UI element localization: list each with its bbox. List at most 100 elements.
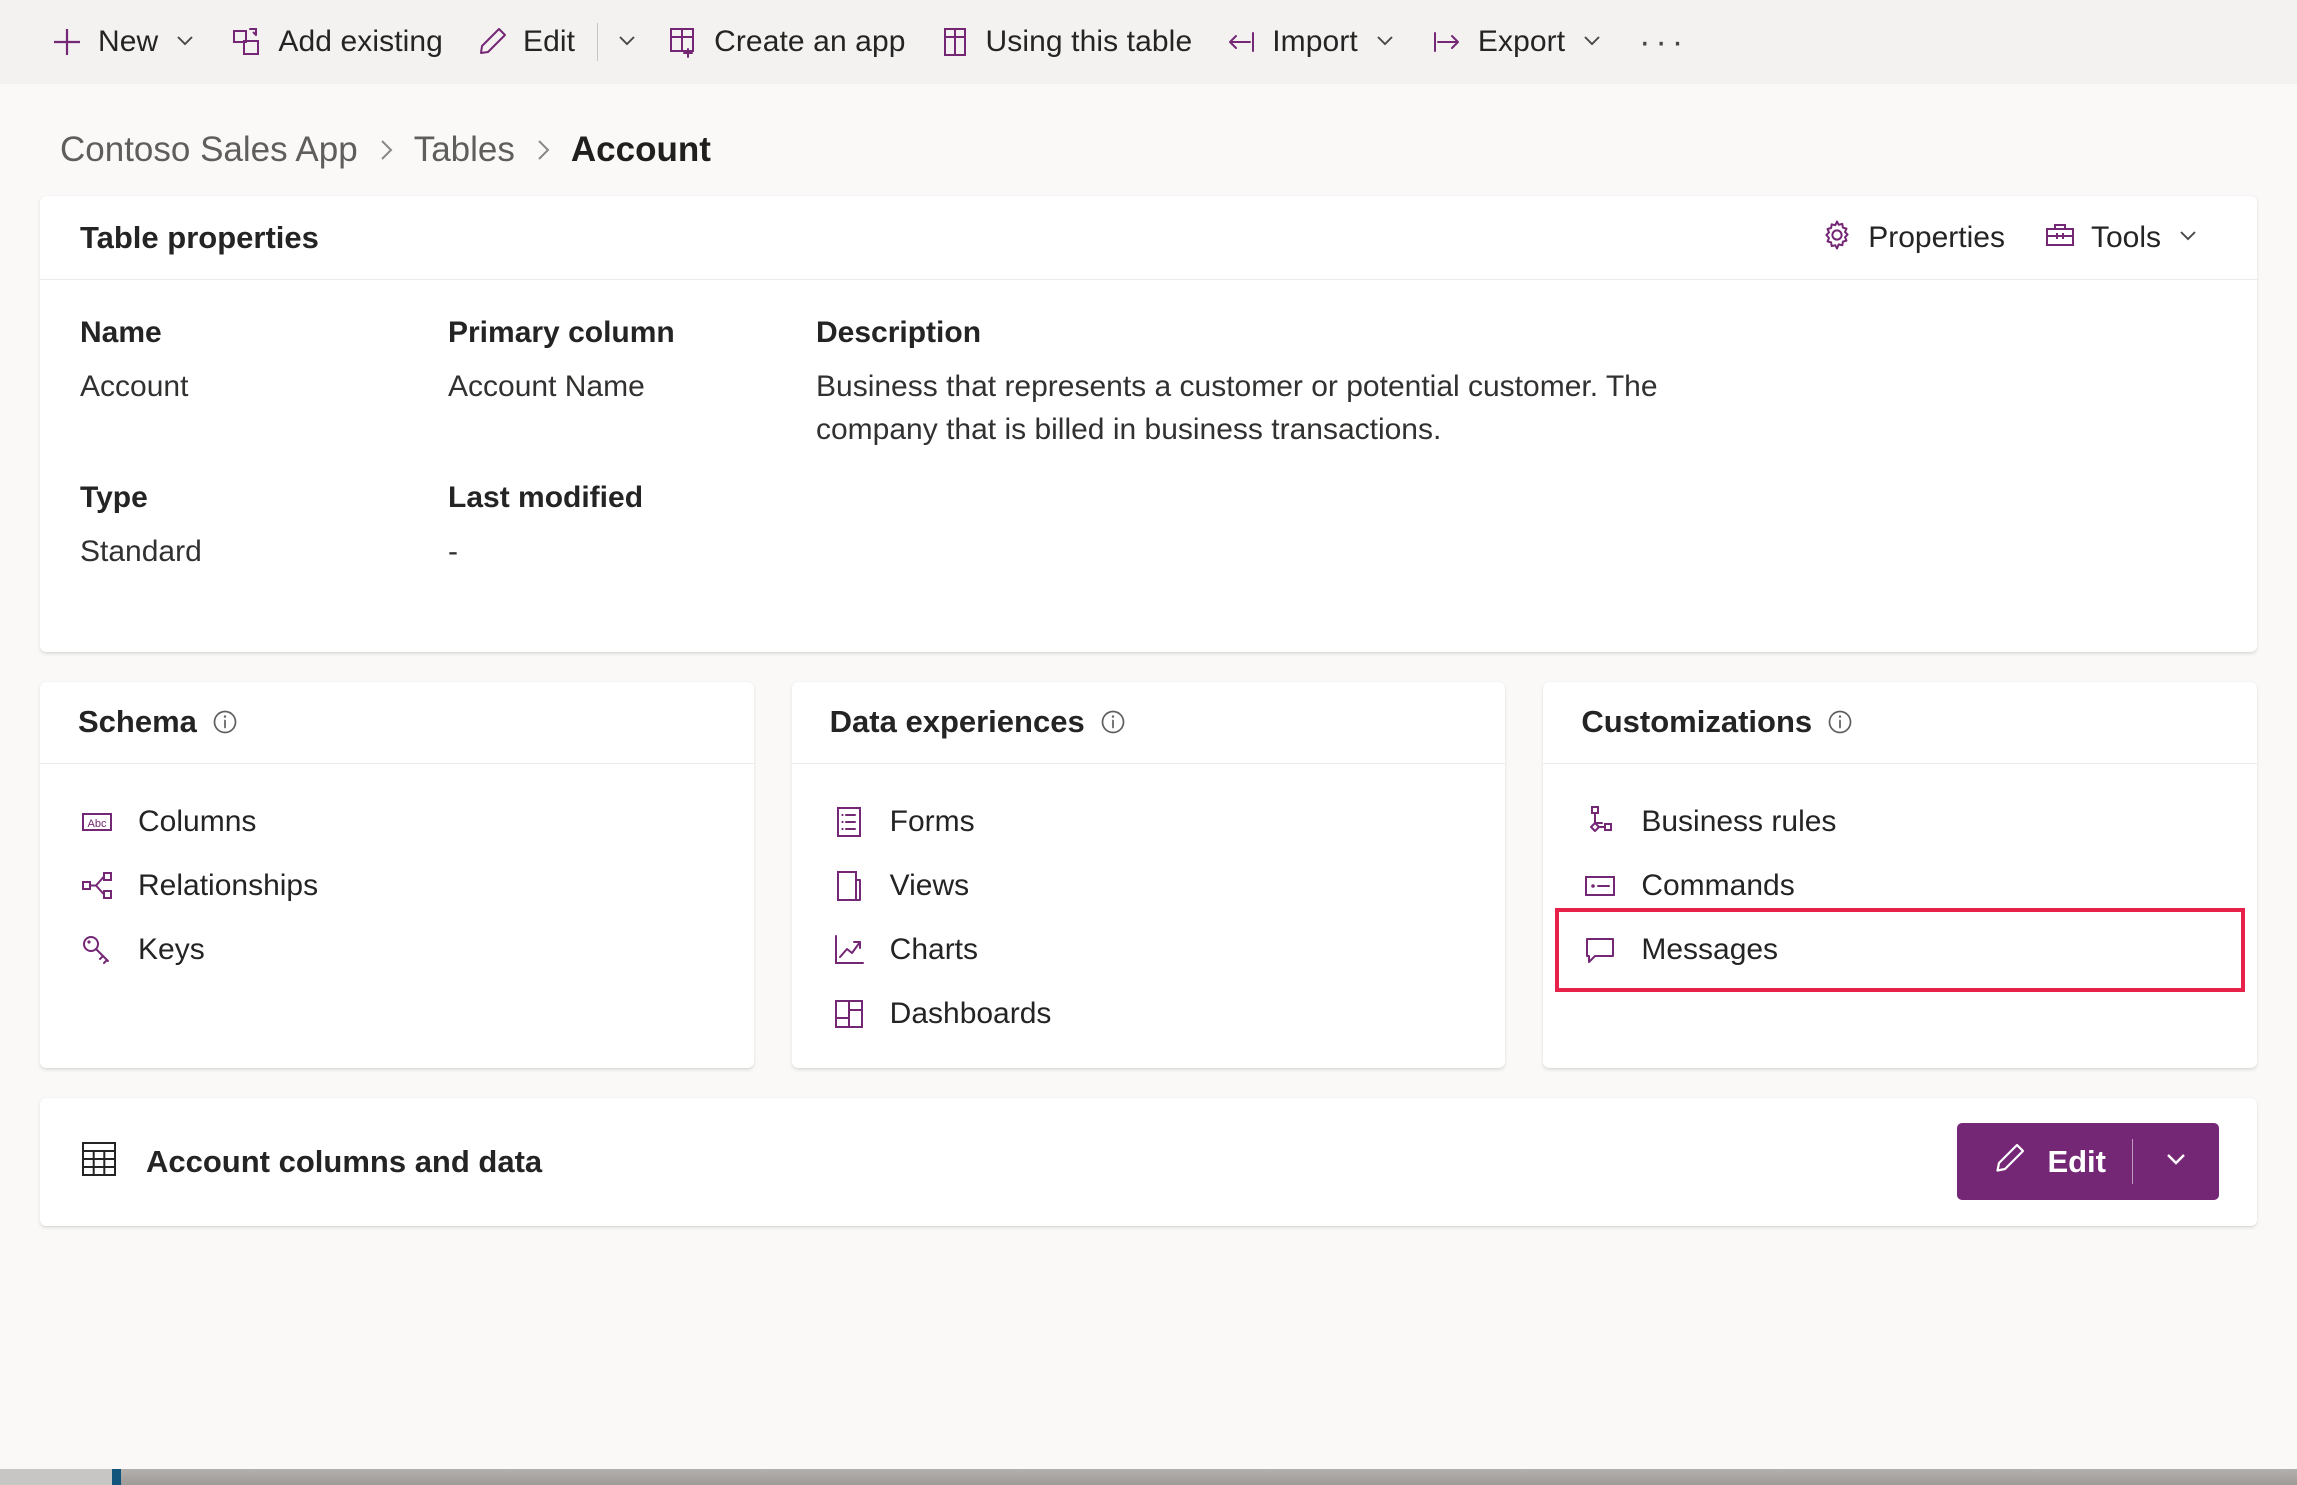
edit-dropdown-button[interactable] bbox=[2133, 1123, 2219, 1200]
using-this-table-label: Using this table bbox=[985, 25, 1193, 58]
view-icon bbox=[830, 867, 868, 905]
gear-icon bbox=[1820, 218, 1854, 257]
name-value: Account bbox=[80, 370, 189, 403]
account-columns-and-data-card: Account columns and data Edit bbox=[40, 1097, 2257, 1226]
schema-item-columns-label: Columns bbox=[138, 804, 257, 838]
table-properties-header: Table properties Properties Tools bbox=[40, 196, 2257, 280]
description-value: Business that represents a customer or p… bbox=[816, 370, 1658, 446]
data-experiences-item-dashboards-label: Dashboards bbox=[889, 996, 1052, 1030]
import-button[interactable]: Import bbox=[1208, 15, 1414, 69]
export-icon bbox=[1430, 25, 1464, 59]
data-experiences-item-charts-label: Charts bbox=[889, 932, 979, 966]
description-label: Description bbox=[816, 316, 982, 349]
name-label: Name bbox=[80, 316, 162, 349]
schema-item-keys-label: Keys bbox=[138, 932, 205, 966]
new-button[interactable]: New bbox=[34, 15, 214, 69]
properties-label: Properties bbox=[1868, 220, 2005, 254]
customizations-item-commands[interactable]: Commands bbox=[1565, 854, 2235, 918]
create-an-app-label: Create an app bbox=[714, 25, 906, 58]
properties-button[interactable]: Properties bbox=[1804, 209, 2021, 266]
commands-icon bbox=[1581, 867, 1619, 905]
grid-header-row[interactable] bbox=[121, 1469, 2297, 1485]
add-existing-label: Add existing bbox=[278, 25, 443, 58]
edit-label: Edit bbox=[522, 25, 576, 58]
table-properties-fields: Name Primary column Description Account … bbox=[40, 280, 2257, 652]
chevron-down-icon bbox=[1372, 27, 1398, 58]
table-properties-card: Table properties Properties Tools Name P… bbox=[40, 196, 2257, 652]
schema-item-columns[interactable]: Abc Columns bbox=[62, 790, 732, 854]
breadcrumb-item-tables[interactable]: Tables bbox=[414, 130, 515, 170]
chevron-down-icon bbox=[172, 27, 198, 58]
command-bar: New Add existing Edit Create an app Usin… bbox=[0, 0, 2297, 84]
table-grid-icon bbox=[78, 1138, 120, 1185]
chevron-down-icon bbox=[1579, 27, 1605, 58]
columns-grid-sliver bbox=[0, 1469, 2297, 1485]
customizations-item-messages-label: Messages bbox=[1641, 932, 1779, 966]
abc-icon: Abc bbox=[78, 803, 116, 841]
app-root: New Add existing Edit Create an app Usin… bbox=[0, 0, 2297, 1485]
toolbox-icon bbox=[2043, 218, 2077, 257]
data-experiences-card-list: Forms Views Charts Dashboards bbox=[792, 764, 1506, 1068]
toolbar-divider bbox=[597, 23, 599, 61]
data-experiences-item-forms-label: Forms bbox=[889, 804, 975, 838]
svg-text:Abc: Abc bbox=[88, 818, 107, 830]
business-rules-icon bbox=[1581, 803, 1619, 841]
type-value: Standard bbox=[80, 535, 202, 569]
chevron-right-icon bbox=[531, 136, 555, 164]
message-icon bbox=[1581, 931, 1619, 969]
schema-item-relationships[interactable]: Relationships bbox=[62, 854, 732, 918]
schema-item-keys[interactable]: Keys bbox=[62, 918, 732, 982]
data-experiences-item-dashboards[interactable]: Dashboards bbox=[814, 982, 1484, 1046]
chevron-down-icon bbox=[2161, 1144, 2191, 1179]
edit-button[interactable]: Edit bbox=[459, 15, 591, 69]
customizations-item-messages[interactable]: Messages bbox=[1555, 907, 2245, 992]
chevron-right-icon bbox=[374, 136, 398, 164]
pencil-icon bbox=[1991, 1141, 2027, 1182]
using-this-table-button[interactable]: Using this table bbox=[922, 15, 1209, 69]
data-experiences-item-views[interactable]: Views bbox=[814, 854, 1484, 918]
tools-button[interactable]: Tools bbox=[2027, 209, 2217, 266]
edit-split-button[interactable]: Edit bbox=[1957, 1123, 2219, 1201]
customizations-card-title: Customizations bbox=[1581, 704, 1813, 740]
info-icon[interactable] bbox=[1099, 708, 1127, 736]
dashboard-icon bbox=[830, 995, 868, 1033]
info-icon[interactable] bbox=[211, 708, 239, 736]
schema-card-list: Abc Columns Relationships Keys bbox=[40, 764, 754, 1004]
feature-cards-row: Schema Abc Columns Relationships Keys Da… bbox=[40, 681, 2257, 1068]
type-label: Type bbox=[80, 481, 148, 515]
new-label: New bbox=[98, 25, 159, 58]
chart-icon bbox=[830, 931, 868, 969]
pencil-icon bbox=[475, 25, 509, 59]
create-app-icon bbox=[666, 25, 700, 59]
create-an-app-button[interactable]: Create an app bbox=[650, 15, 921, 69]
export-label: Export bbox=[1477, 25, 1566, 58]
chevron-down-icon bbox=[614, 27, 640, 58]
customizations-card: Customizations Business rules Commands M… bbox=[1543, 681, 2257, 1068]
info-icon[interactable] bbox=[1826, 708, 1854, 736]
data-experiences-item-charts[interactable]: Charts bbox=[814, 918, 1484, 982]
key-icon bbox=[78, 931, 116, 969]
page-body: Table properties Properties Tools Name P… bbox=[0, 196, 2297, 1226]
customizations-item-business-rules[interactable]: Business rules bbox=[1565, 790, 2235, 854]
last-modified-label: Last modified bbox=[448, 481, 644, 515]
add-existing-button[interactable]: Add existing bbox=[214, 15, 459, 69]
customizations-card-header: Customizations bbox=[1543, 682, 2257, 764]
export-button[interactable]: Export bbox=[1414, 15, 1621, 69]
breadcrumb-item-app[interactable]: Contoso Sales App bbox=[60, 130, 358, 170]
grid-gutter bbox=[0, 1469, 112, 1485]
import-label: Import bbox=[1272, 25, 1358, 58]
add-existing-icon bbox=[230, 25, 264, 59]
account-columns-and-data-title: Account columns and data bbox=[146, 1143, 543, 1179]
edit-primary-button[interactable]: Edit bbox=[1957, 1123, 2132, 1200]
more-options-button[interactable]: ··· bbox=[1621, 22, 1706, 63]
schema-card: Schema Abc Columns Relationships Keys bbox=[40, 681, 754, 1068]
edit-chevron-button[interactable] bbox=[604, 15, 650, 70]
import-icon bbox=[1224, 25, 1258, 59]
data-experiences-item-forms[interactable]: Forms bbox=[814, 790, 1484, 854]
tools-label: Tools bbox=[2090, 220, 2161, 254]
schema-card-title: Schema bbox=[78, 704, 197, 740]
table-properties-actions: Properties Tools bbox=[1804, 209, 2217, 266]
customizations-card-list: Business rules Commands Messages bbox=[1543, 764, 2257, 1004]
